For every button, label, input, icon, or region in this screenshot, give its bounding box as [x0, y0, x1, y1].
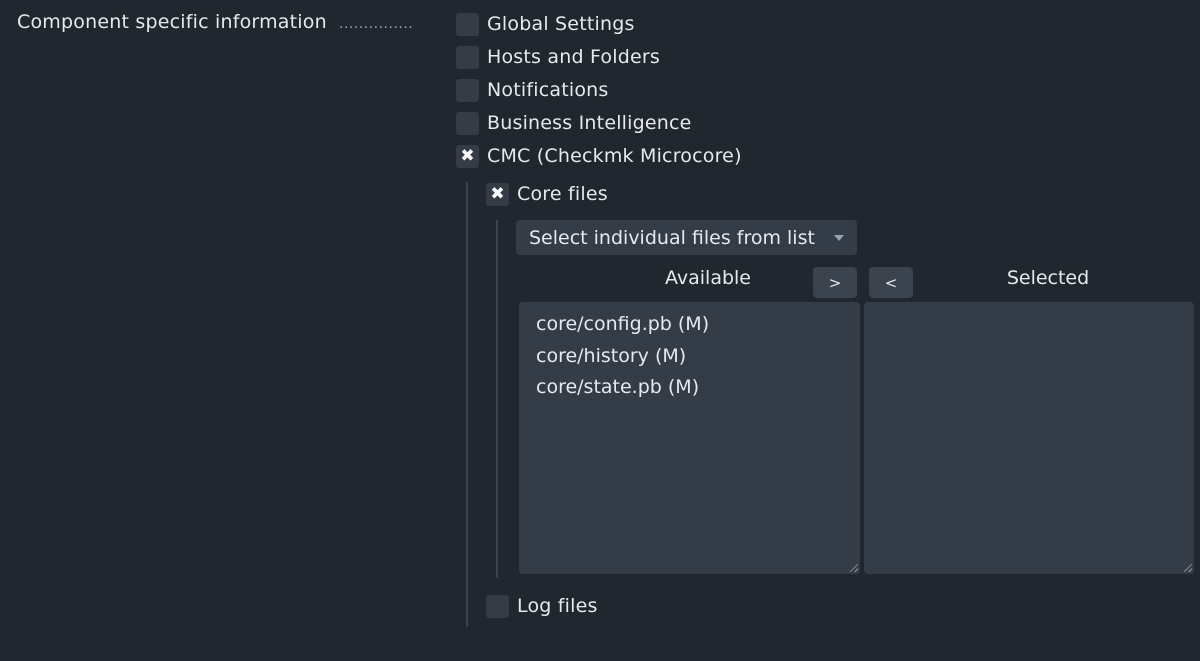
checkmark-icon: ✖ [460, 145, 475, 166]
remove-selected-button[interactable]: < [869, 267, 913, 298]
nested-indent-line [466, 182, 468, 627]
checkbox-business-intelligence[interactable]: Business Intelligence [456, 110, 692, 136]
label-dots: ............... [339, 16, 414, 32]
checkbox-box[interactable]: ✖ [486, 182, 509, 206]
checkmark-icon: ✖ [490, 183, 505, 204]
checkbox-box[interactable] [456, 45, 479, 69]
checkbox-log-files[interactable]: Log files [486, 593, 598, 619]
checkbox-box[interactable] [456, 111, 479, 135]
list-item[interactable]: core/config.pb (M) [519, 309, 860, 341]
checkbox-box[interactable]: ✖ [456, 144, 479, 168]
selected-header: Selected [1006, 267, 1090, 289]
checkbox-label: Log files [517, 595, 598, 617]
checkbox-label: Hosts and Folders [487, 46, 660, 68]
caret-down-icon [834, 235, 844, 241]
checkbox-box[interactable] [486, 594, 509, 618]
list-item[interactable]: core/state.pb (M) [519, 372, 860, 404]
checkbox-hosts-and-folders[interactable]: Hosts and Folders [456, 44, 660, 70]
checkbox-core-files[interactable]: ✖ Core files [486, 181, 608, 207]
checkbox-label: Core files [517, 183, 608, 205]
checkbox-global-settings[interactable]: Global Settings [456, 11, 635, 37]
resize-grip-icon[interactable] [850, 564, 858, 572]
selected-listbox[interactable] [864, 302, 1194, 574]
checkbox-label: Notifications [487, 79, 609, 101]
list-item[interactable]: core/history (M) [519, 341, 860, 373]
nested-indent-line [496, 220, 498, 578]
checkbox-label: CMC (Checkmk Microcore) [487, 145, 742, 167]
checkbox-label: Business Intelligence [487, 112, 692, 134]
checkbox-label: Global Settings [487, 13, 635, 35]
checkbox-notifications[interactable]: Notifications [456, 77, 609, 103]
add-selected-button[interactable]: > [813, 267, 857, 298]
checkbox-box[interactable] [456, 12, 479, 36]
checkbox-box[interactable] [456, 78, 479, 102]
resize-grip-icon[interactable] [1184, 564, 1192, 572]
component-info-label: Component specific information [17, 11, 327, 33]
dropdown-value: Select individual files from list [529, 226, 815, 249]
checkbox-cmc[interactable]: ✖ CMC (Checkmk Microcore) [456, 143, 742, 169]
available-listbox[interactable]: core/config.pb (M) core/history (M) core… [519, 302, 860, 574]
file-selection-dropdown[interactable]: Select individual files from list [516, 220, 857, 255]
